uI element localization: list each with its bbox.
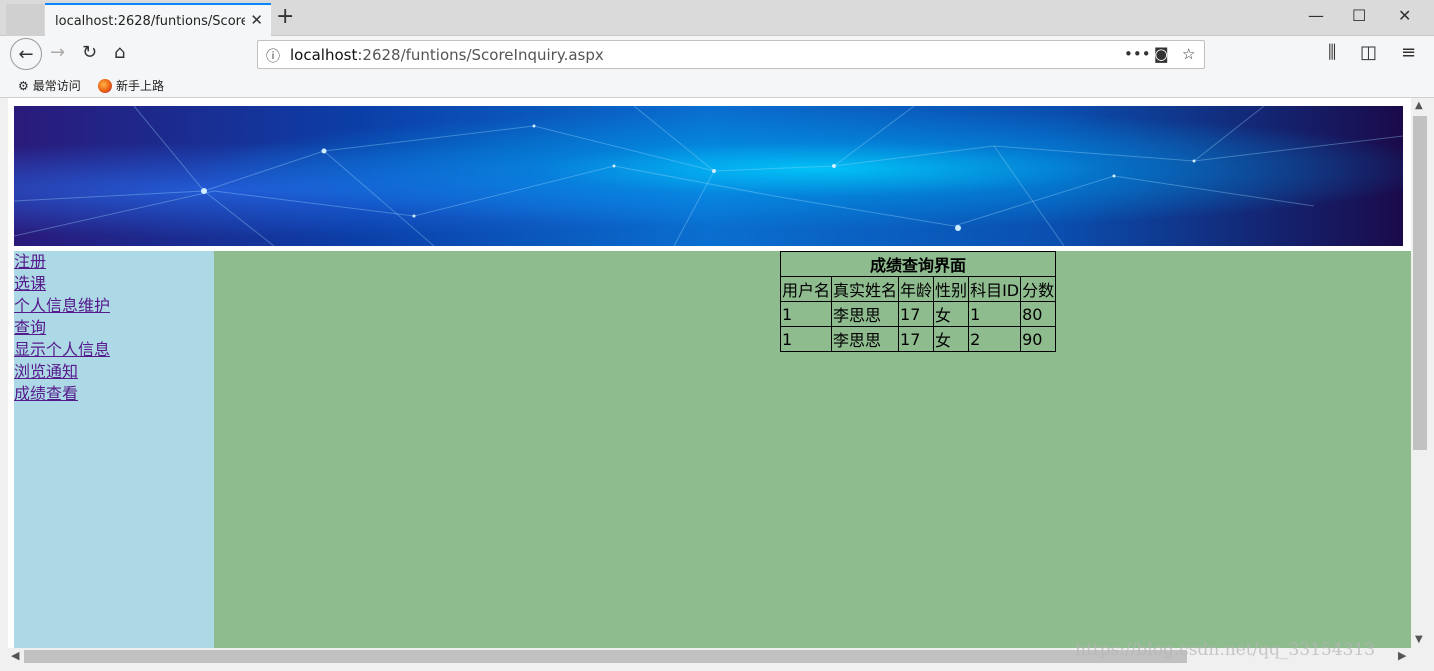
sidebar-toggle-icon[interactable]: ◫ (1360, 42, 1377, 63)
active-tab[interactable]: localhost:2628/funtions/ScoreIn ✕ (45, 3, 271, 37)
table-row: 1 李思思 17 女 2 90 (779, 326, 1057, 352)
url-text: localhost:2628/funtions/ScoreInquiry.asp… (290, 46, 604, 64)
table-cell: 李思思 (831, 326, 900, 352)
reload-icon[interactable]: ↻ (82, 42, 97, 63)
watermark-text: https://blog.csdn.net/qq_33154313 (1075, 640, 1376, 660)
column-header: 用户名 (779, 276, 833, 302)
site-info-icon[interactable]: ⓘ (266, 46, 280, 66)
bookmark-label: 最常访问 (32, 79, 81, 93)
back-icon[interactable]: ← (10, 38, 42, 70)
sidebar-link-register[interactable]: 注册 (14, 251, 214, 273)
horizontal-scroll-thumb[interactable] (24, 650, 1187, 663)
vertical-scroll-thumb[interactable] (1413, 116, 1427, 450)
table-row: 1 李思思 17 女 1 80 (779, 301, 1057, 327)
column-header: 年龄 (898, 276, 935, 302)
score-table: 成绩查询界面 用户名 真实姓名 年龄 性别 科目ID 分数 1 李思思 17 女… (779, 251, 1057, 352)
maximize-icon[interactable]: ☐ (1352, 6, 1366, 25)
bookmark-label: 新手上路 (116, 79, 165, 93)
sidebar-link-query[interactable]: 查询 (14, 317, 214, 339)
bookmark-getting-started[interactable]: 新手上路 (98, 77, 164, 94)
header-banner-image (14, 106, 1403, 246)
scroll-left-icon[interactable]: ◀ (11, 649, 19, 662)
minimize-icon[interactable]: — (1308, 6, 1324, 25)
pocket-icon[interactable]: ◙ (1154, 45, 1169, 63)
table-cell: 女 (933, 326, 970, 352)
url-bar[interactable]: ⓘ localhost:2628/funtions/ScoreInquiry.a… (257, 40, 1205, 69)
table-cell: 80 (1020, 301, 1057, 327)
column-header: 性别 (933, 276, 970, 302)
table-cell: 1 (779, 301, 833, 327)
close-tab-icon[interactable]: ✕ (250, 11, 263, 29)
scroll-up-icon[interactable]: ▲ (1415, 100, 1423, 111)
vertical-scrollbar[interactable]: ▲ ▼ (1411, 98, 1429, 648)
sidebar-link-show-profile[interactable]: 显示个人信息 (14, 339, 214, 361)
gear-icon: ⚙ (18, 78, 29, 93)
column-header: 真实姓名 (831, 276, 900, 302)
forward-icon[interactable]: → (50, 42, 65, 63)
page-viewport: 注册 选课 个人信息维护 查询 显示个人信息 浏览通知 成绩查看 成绩查询界面 … (8, 98, 1411, 648)
table-header-row: 用户名 真实姓名 年龄 性别 科目ID 分数 (779, 276, 1057, 302)
table-cell: 1 (779, 326, 833, 352)
sidebar-link-course-selection[interactable]: 选课 (14, 273, 214, 295)
sidebar-nav: 注册 选课 个人信息维护 查询 显示个人信息 浏览通知 成绩查看 (14, 251, 214, 648)
home-icon[interactable]: ⌂ (114, 42, 125, 63)
table-cell: 女 (933, 301, 970, 327)
tab-title: localhost:2628/funtions/ScoreIn (55, 13, 245, 29)
table-cell: 2 (968, 326, 1022, 352)
column-header: 分数 (1020, 276, 1057, 302)
table-cell: 17 (898, 326, 935, 352)
sidebar-link-browse-notices[interactable]: 浏览通知 (14, 361, 214, 383)
table-cell: 李思思 (831, 301, 900, 327)
firefox-icon (98, 78, 112, 93)
main-content: 成绩查询界面 用户名 真实姓名 年龄 性别 科目ID 分数 1 李思思 17 女… (214, 251, 1411, 648)
tab-overflow-stub[interactable] (6, 4, 44, 36)
bookmark-star-icon[interactable]: ☆ (1182, 45, 1195, 63)
page-actions-icon[interactable]: ••• (1124, 45, 1151, 63)
table-caption-row: 成绩查询界面 (779, 251, 1057, 277)
bookmarks-bar: ⚙ 最常访问 新手上路 (0, 72, 1434, 98)
table-caption: 成绩查询界面 (779, 251, 1057, 277)
sidebar-link-view-scores[interactable]: 成绩查看 (14, 383, 214, 405)
table-cell: 17 (898, 301, 935, 327)
navigation-bar: ← → ↻ ⌂ ⓘ localhost:2628/funtions/ScoreI… (0, 36, 1434, 72)
bookmark-most-visited[interactable]: ⚙ 最常访问 (18, 77, 81, 94)
menu-icon[interactable]: ≡ (1401, 42, 1416, 63)
tab-bar: localhost:2628/funtions/ScoreIn ✕ + — ☐ … (0, 0, 1434, 37)
close-window-icon[interactable]: ✕ (1398, 6, 1411, 25)
sidebar-link-profile-maintenance[interactable]: 个人信息维护 (14, 295, 214, 317)
scroll-right-icon[interactable]: ▶ (1398, 649, 1406, 662)
library-icon[interactable]: ⫼ (1328, 42, 1336, 63)
scroll-down-icon[interactable]: ▼ (1415, 634, 1423, 645)
table-cell: 1 (968, 301, 1022, 327)
column-header: 科目ID (968, 276, 1022, 302)
table-cell: 90 (1020, 326, 1057, 352)
new-tab-icon[interactable]: + (276, 4, 294, 29)
